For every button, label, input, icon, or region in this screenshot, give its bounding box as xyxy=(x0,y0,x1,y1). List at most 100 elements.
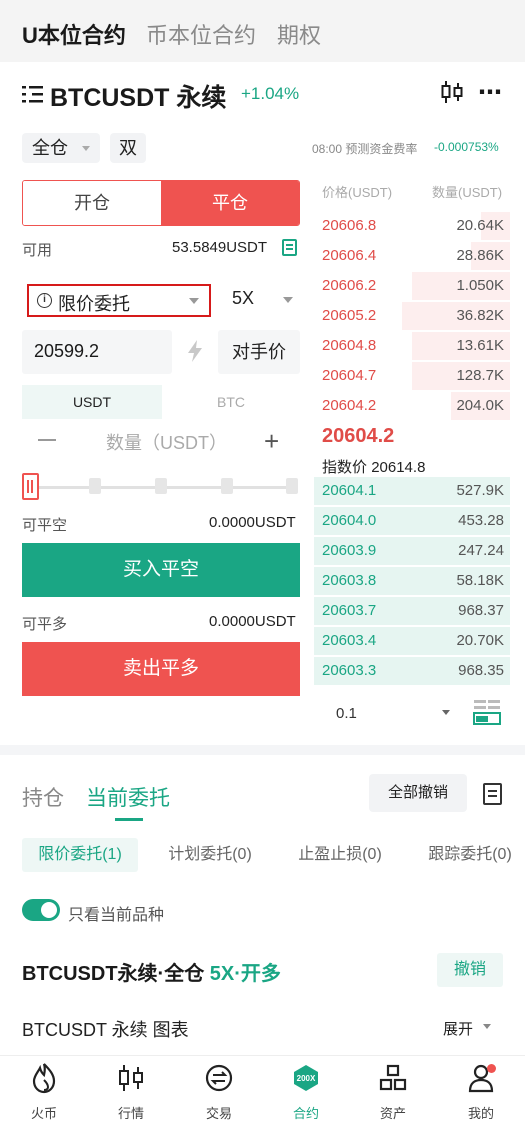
filter-plan-orders[interactable]: 计划委托(0) xyxy=(158,838,262,872)
slider-tick[interactable] xyxy=(286,478,298,494)
minus-icon[interactable] xyxy=(38,439,56,441)
ask-row[interactable]: 20606.4 28.86K xyxy=(314,241,510,271)
order-price: 20603.3 xyxy=(322,662,377,679)
nav-label: 交易 xyxy=(205,1106,232,1121)
filter-trailing[interactable]: 跟踪委托(0) xyxy=(418,838,522,872)
tab-coin-margined[interactable]: 币本位合约 xyxy=(146,18,256,50)
ask-row[interactable]: 20606.8 20.64K xyxy=(314,211,510,241)
more-icon[interactable]: ⋯ xyxy=(478,78,503,107)
slider-tick[interactable] xyxy=(89,478,101,494)
depth-step-select[interactable]: 0.1 xyxy=(336,705,357,722)
ask-row[interactable]: 20604.2 204.0K xyxy=(314,391,510,421)
order-quantity: 128.7K xyxy=(456,367,504,384)
order-price: 20604.1 xyxy=(322,482,377,499)
closable-long-label: 可平多 xyxy=(22,616,68,633)
assets-icon xyxy=(379,1064,407,1091)
tab-u-margined[interactable]: U本位合约 xyxy=(22,18,126,50)
position-mode-label: 双 xyxy=(119,138,137,158)
bid-row[interactable]: 20604.1 527.9K xyxy=(314,476,510,506)
order-quantity: 1.050K xyxy=(456,277,504,294)
order-quantity: 527.9K xyxy=(456,482,504,499)
nav-trade[interactable]: 交易 xyxy=(184,1060,254,1122)
sell-close-long-button[interactable]: 卖出平多 xyxy=(22,642,300,696)
order-type-select[interactable]: i 限价委托 xyxy=(27,284,211,317)
only-current-toggle[interactable] xyxy=(22,899,60,921)
index-price-value: 20614.8 xyxy=(371,459,426,476)
order-quantity: 204.0K xyxy=(456,397,504,414)
bid-row[interactable]: 20604.0 453.28 xyxy=(314,506,510,536)
order-price: 20605.2 xyxy=(322,307,377,324)
symbol-change: +1.04% xyxy=(241,84,300,103)
ask-row[interactable]: 20604.8 13.61K xyxy=(314,331,510,361)
symbol-name[interactable]: BTCUSDT 永续 xyxy=(50,78,226,114)
ask-row[interactable]: 20606.2 1.050K xyxy=(314,271,510,301)
tab-open-position[interactable]: 开仓 xyxy=(23,181,161,225)
nav-label: 行情 xyxy=(117,1106,144,1121)
position-mode-button[interactable]: 双 xyxy=(110,133,146,163)
tab-current-orders[interactable]: 当前委托 xyxy=(86,782,170,812)
order-price: 20604.0 xyxy=(322,512,377,529)
order-quantity: 58.18K xyxy=(456,572,504,589)
bid-row[interactable]: 20603.7 968.37 xyxy=(314,596,510,626)
lightning-icon[interactable] xyxy=(184,339,206,363)
menu-list-icon[interactable] xyxy=(22,85,44,103)
svg-text:200X: 200X xyxy=(297,1074,316,1083)
chevron-down-icon xyxy=(283,297,293,303)
order-quantity: 20.64K xyxy=(456,217,504,234)
slider-tick[interactable] xyxy=(155,478,167,494)
order-symbol: BTCUSDT永续·全仓 xyxy=(22,963,210,985)
nav-me[interactable]: 我的 xyxy=(446,1060,516,1122)
transfer-record-icon[interactable] xyxy=(282,239,297,256)
price-input[interactable]: 20599.2 xyxy=(22,330,172,374)
order-history-icon[interactable] xyxy=(483,783,502,805)
bid-row[interactable]: 20603.4 20.70K xyxy=(314,626,510,656)
bid-row[interactable]: 20603.8 58.18K xyxy=(314,566,510,596)
order-title: BTCUSDT永续·全仓 5X·开多 xyxy=(22,957,281,986)
unit-usdt-tab[interactable]: USDT xyxy=(22,385,162,419)
nav-assets[interactable]: 资产 xyxy=(358,1060,428,1122)
index-price-label: 指数价 xyxy=(322,459,368,476)
slider-tick[interactable] xyxy=(221,478,233,494)
quantity-input[interactable]: 数量（USDT） xyxy=(106,429,227,455)
leverage-select[interactable]: 5X xyxy=(232,288,254,309)
buy-close-short-button[interactable]: 买入平空 xyxy=(22,543,300,597)
revoke-order-button[interactable]: 撤销 xyxy=(437,953,503,987)
tab-close-position[interactable]: 平仓 xyxy=(161,181,299,225)
order-quantity: 36.82K xyxy=(456,307,504,324)
margin-mode-select[interactable]: 全仓 xyxy=(22,133,100,163)
chart-row-title: BTCUSDT 永续 图表 xyxy=(22,1020,189,1040)
ask-row[interactable]: 20605.2 36.82K xyxy=(314,301,510,331)
closable-short-label: 可平空 xyxy=(22,517,68,534)
unit-btc-tab[interactable]: BTC xyxy=(162,385,300,419)
filter-limit-orders[interactable]: 限价委托(1) xyxy=(22,838,138,872)
open-close-toggle: 开仓 平仓 xyxy=(22,180,300,226)
cancel-all-button[interactable]: 全部撤销 xyxy=(369,774,467,812)
nav-market[interactable]: 行情 xyxy=(96,1060,166,1122)
expand-chart-button[interactable]: 展开 xyxy=(443,1018,473,1039)
nav-contract[interactable]: 200X 合约 xyxy=(271,1060,341,1122)
info-icon[interactable]: i xyxy=(37,293,52,308)
bid-row[interactable]: 20603.3 968.35 xyxy=(314,656,510,686)
order-price: 20606.8 xyxy=(322,217,377,234)
order-price: 20606.2 xyxy=(322,277,377,294)
price-value: 20599.2 xyxy=(34,341,100,361)
nav-label: 我的 xyxy=(467,1106,494,1121)
slider-thumb[interactable] xyxy=(22,473,39,500)
ask-row[interactable]: 20604.7 128.7K xyxy=(314,361,510,391)
exchange-icon xyxy=(205,1064,233,1092)
flame-icon xyxy=(32,1063,56,1094)
tab-options[interactable]: 期权 xyxy=(277,18,321,50)
order-leverage-side: 5X·开多 xyxy=(209,963,281,985)
active-tab-indicator xyxy=(115,818,143,821)
counterparty-price-button[interactable]: 对手价 xyxy=(218,330,300,374)
index-price: 指数价 20614.8 xyxy=(322,456,425,477)
bid-row[interactable]: 20603.9 247.24 xyxy=(314,536,510,566)
contract-icon: 200X xyxy=(294,1065,318,1091)
candlestick-icon[interactable] xyxy=(440,80,464,104)
order-price: 20606.4 xyxy=(322,247,377,264)
nav-huobi[interactable]: 火币 xyxy=(9,1060,79,1122)
tab-positions[interactable]: 持仓 xyxy=(22,782,64,812)
plus-icon[interactable]: + xyxy=(264,428,279,454)
orderbook-layout-icon[interactable] xyxy=(473,699,501,725)
filter-tp-sl[interactable]: 止盈止损(0) xyxy=(288,838,392,872)
